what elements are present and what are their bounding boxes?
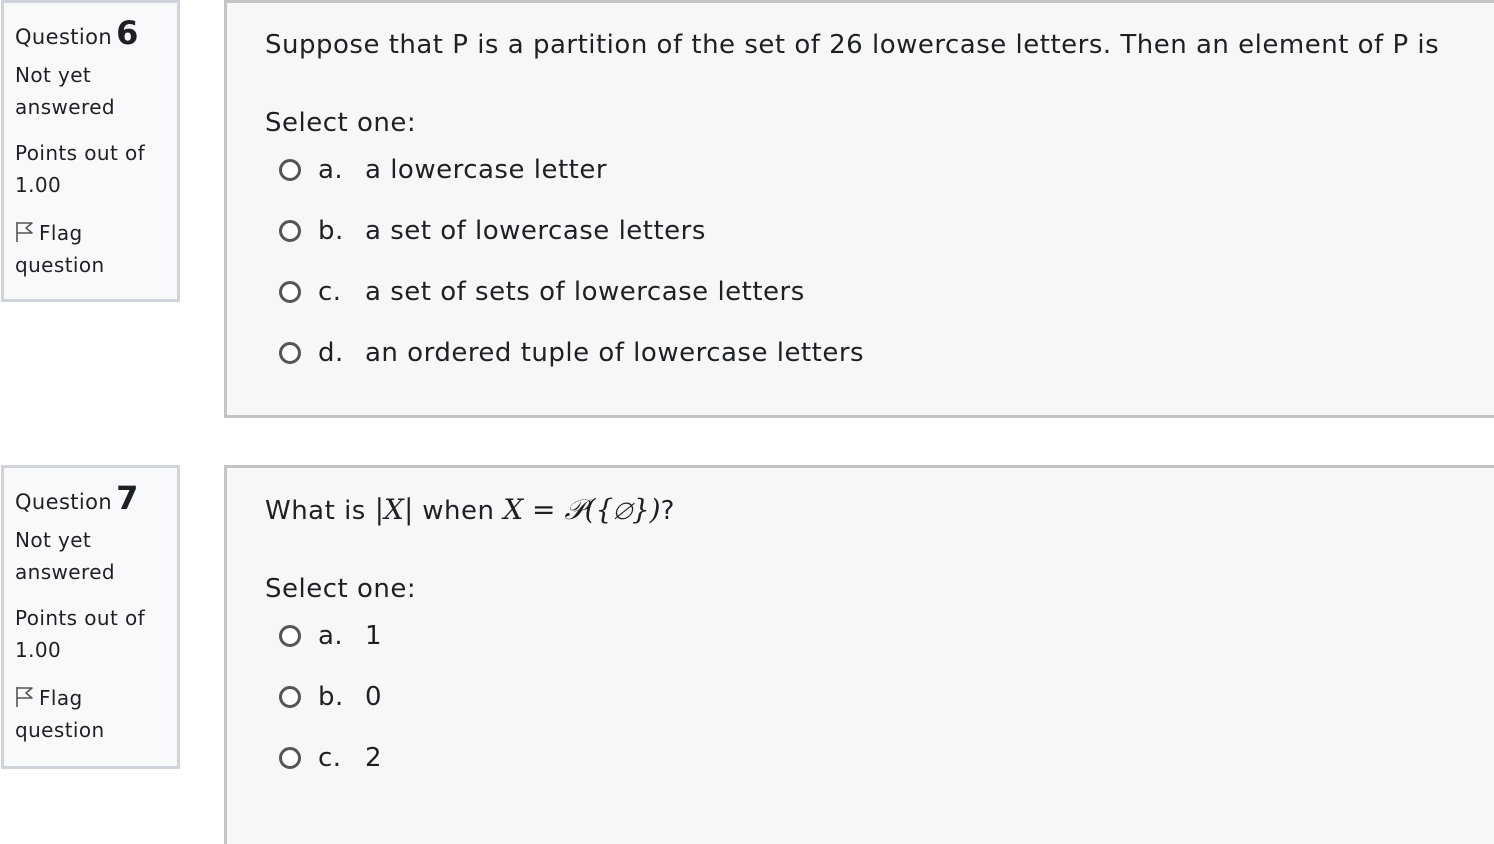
- flag-icon: [16, 222, 33, 242]
- answer-text[interactable]: a set of lowercase letters: [365, 213, 706, 249]
- question-text-part: when: [413, 496, 504, 526]
- question-text: What is |X| when X = 𝒫({∅})?: [265, 492, 1463, 529]
- question-6: Question 6 Not yet answered Points out of…: [0, 0, 1494, 418]
- answer-text[interactable]: 2: [365, 740, 382, 776]
- radio-button[interactable]: [279, 686, 301, 708]
- question-grade: Points out of 1.00: [15, 606, 146, 662]
- question-state: Not yet answered: [15, 63, 115, 119]
- radio-button[interactable]: [279, 342, 301, 364]
- answer-letter: a.: [318, 155, 344, 185]
- answer-text[interactable]: 1: [365, 618, 382, 654]
- radio-button[interactable]: [279, 281, 301, 303]
- question-number-line: Question 7: [15, 480, 167, 518]
- question-info: Question 6 Not yet answered Points out of…: [1, 0, 180, 302]
- question-number: 6: [116, 14, 139, 52]
- answer-text[interactable]: an ordered tuple of lowercase letters: [365, 335, 864, 371]
- flag-icon: [16, 687, 33, 707]
- radio-button[interactable]: [279, 220, 301, 242]
- answer-letter: a.: [318, 621, 344, 651]
- answer-option-a[interactable]: a. a lowercase letter: [265, 147, 1463, 208]
- answer-option-b[interactable]: b. a set of lowercase letters: [265, 208, 1463, 269]
- answer-letter: c.: [318, 277, 342, 307]
- answer-text[interactable]: 0: [365, 679, 382, 715]
- question-grade: Points out of 1.00: [15, 141, 146, 197]
- question-state: Not yet answered: [15, 528, 115, 584]
- flag-question-link[interactable]: Flag question: [15, 217, 167, 281]
- answer-letter: b.: [318, 216, 344, 246]
- answer-letter: d.: [318, 338, 344, 368]
- answer-option-c[interactable]: c. 2: [265, 735, 1463, 796]
- radio-button[interactable]: [279, 159, 301, 181]
- question-number: 7: [116, 479, 139, 517]
- answer-options: a. 1 b. 0 c. 2: [265, 613, 1463, 796]
- answer-text[interactable]: a set of sets of lowercase letters: [365, 274, 805, 310]
- question-info: Question 7 Not yet answered Points out of…: [1, 465, 180, 769]
- radio-button[interactable]: [279, 625, 301, 647]
- answer-option-a[interactable]: a. 1: [265, 613, 1463, 674]
- select-one-prompt: Select one:: [265, 574, 417, 604]
- question-content: Suppose that P is a partition of the set…: [224, 0, 1494, 418]
- math-expression-power-set: X = 𝒫({∅}): [503, 493, 661, 526]
- question-label: Question: [15, 490, 113, 514]
- answer-letter: b.: [318, 682, 344, 712]
- answer-letter: c.: [318, 743, 342, 773]
- question-number-line: Question 6: [15, 15, 167, 53]
- math-expression-cardinality: |X|: [374, 493, 414, 526]
- question-text-part: ?: [660, 496, 675, 526]
- answer-text[interactable]: a lowercase letter: [365, 152, 607, 188]
- answer-options: a. a lowercase letter b. a set of lowerc…: [265, 147, 1463, 391]
- answer-option-b[interactable]: b. 0: [265, 674, 1463, 735]
- question-label: Question: [15, 25, 113, 49]
- select-one-prompt: Select one:: [265, 108, 417, 138]
- question-text-part: What is: [265, 496, 375, 526]
- radio-button[interactable]: [279, 747, 301, 769]
- question-text: Suppose that P is a partition of the set…: [265, 30, 1440, 60]
- question-7: Question 7 Not yet answered Points out of…: [0, 465, 1494, 844]
- question-content: What is |X| when X = 𝒫({∅})? Select one:…: [224, 465, 1494, 844]
- answer-option-d[interactable]: d. an ordered tuple of lowercase letters: [265, 330, 1463, 391]
- flag-question-link[interactable]: Flag question: [15, 682, 167, 746]
- quiz-page: Question 6 Not yet answered Points out of…: [0, 0, 1494, 844]
- answer-option-c[interactable]: c. a set of sets of lowercase letters: [265, 269, 1463, 330]
